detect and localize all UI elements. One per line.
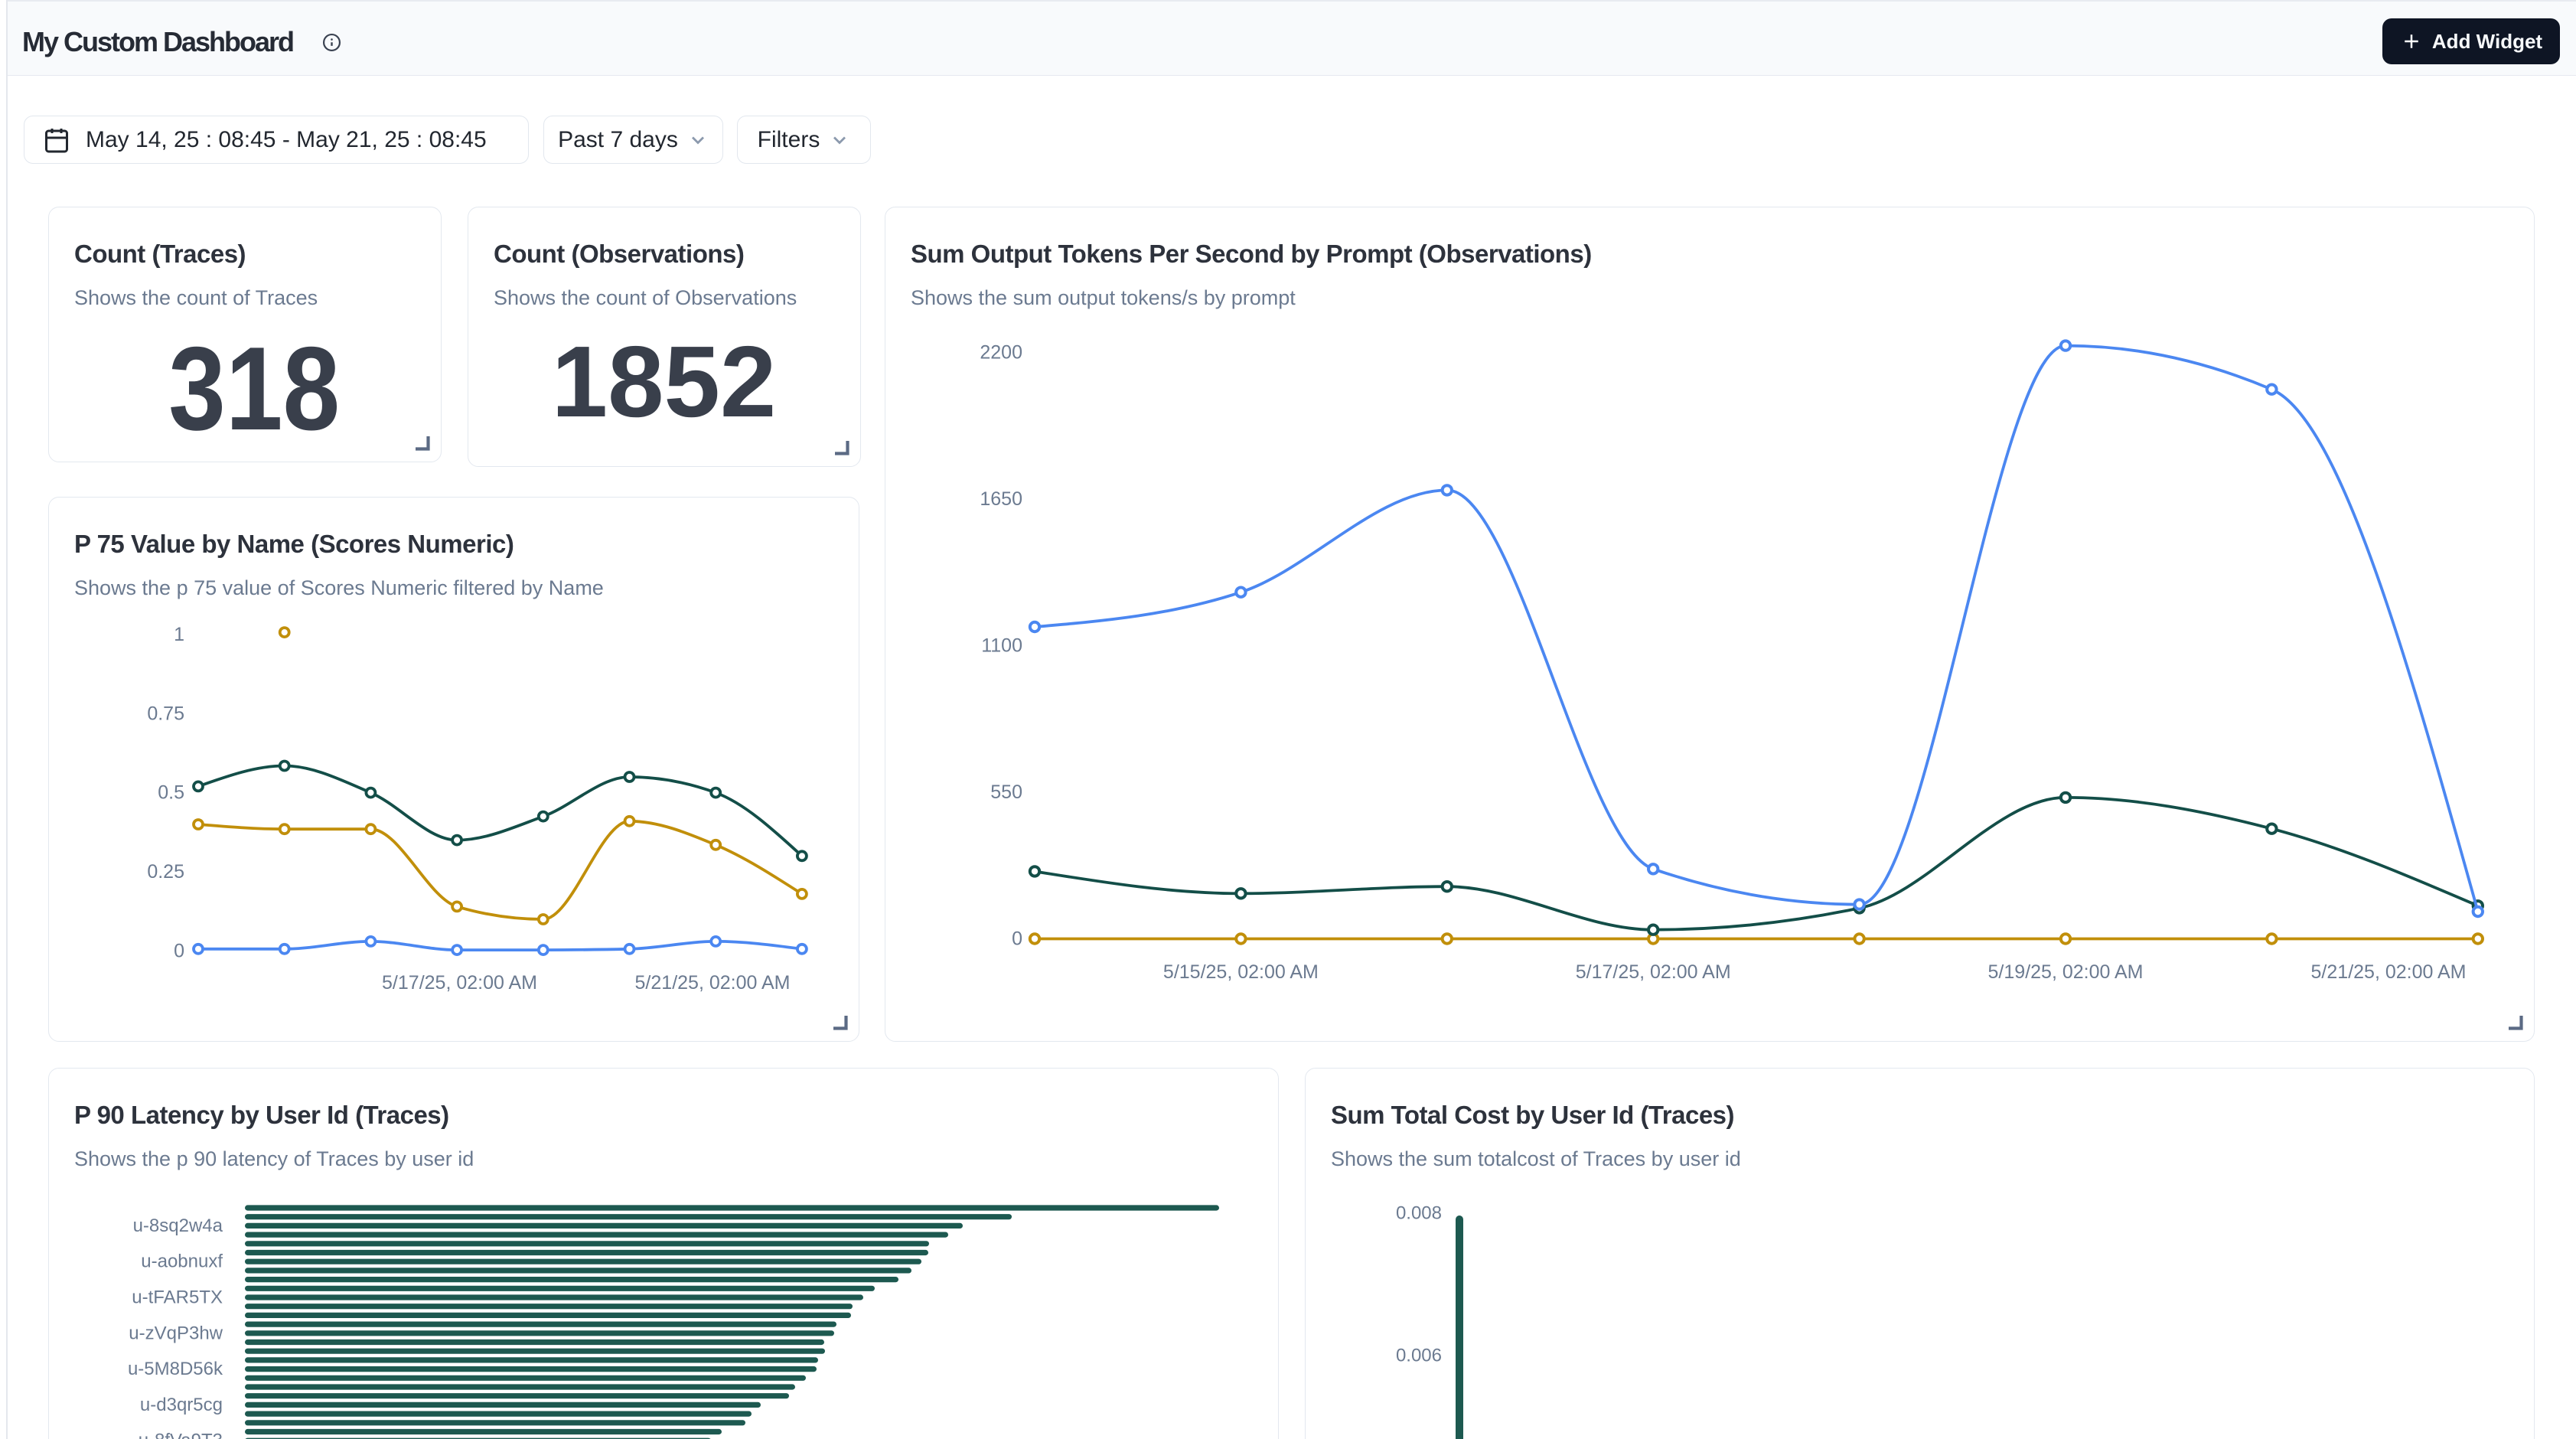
svg-text:5/21/25, 02:00 AM: 5/21/25, 02:00 AM <box>2311 961 2467 983</box>
svg-text:5/17/25, 02:00 AM: 5/17/25, 02:00 AM <box>382 972 537 994</box>
svg-text:u-aobnuxf: u-aobnuxf <box>141 1251 223 1272</box>
svg-text:u-5M8D56k: u-5M8D56k <box>128 1359 223 1379</box>
svg-text:u-zVqP3hw: u-zVqP3hw <box>129 1323 223 1343</box>
svg-text:u-tFAR5TX: u-tFAR5TX <box>132 1287 223 1308</box>
svg-text:u-8fVa9T3: u-8fVa9T3 <box>139 1431 223 1439</box>
svg-text:2200: 2200 <box>980 341 1022 363</box>
svg-text:u-8sq2w4a: u-8sq2w4a <box>133 1215 223 1236</box>
svg-text:0: 0 <box>1012 928 1022 950</box>
svg-text:550: 550 <box>990 781 1022 803</box>
svg-text:1: 1 <box>174 624 184 645</box>
svg-text:1650: 1650 <box>980 488 1022 510</box>
svg-text:0.5: 0.5 <box>158 782 184 804</box>
svg-text:u-d3qr5cg: u-d3qr5cg <box>140 1395 223 1415</box>
svg-text:0.75: 0.75 <box>147 703 184 724</box>
svg-text:0.006: 0.006 <box>1396 1346 1442 1366</box>
svg-text:5/19/25, 02:00 AM: 5/19/25, 02:00 AM <box>1988 961 2144 983</box>
svg-text:0.25: 0.25 <box>147 861 184 883</box>
svg-text:5/17/25, 02:00 AM: 5/17/25, 02:00 AM <box>1576 961 1731 983</box>
svg-text:0.008: 0.008 <box>1396 1203 1442 1224</box>
svg-text:1100: 1100 <box>981 635 1022 656</box>
svg-text:0: 0 <box>174 940 184 961</box>
svg-text:5/21/25, 02:00 AM: 5/21/25, 02:00 AM <box>635 972 791 994</box>
svg-text:5/15/25, 02:00 AM: 5/15/25, 02:00 AM <box>1163 961 1319 983</box>
